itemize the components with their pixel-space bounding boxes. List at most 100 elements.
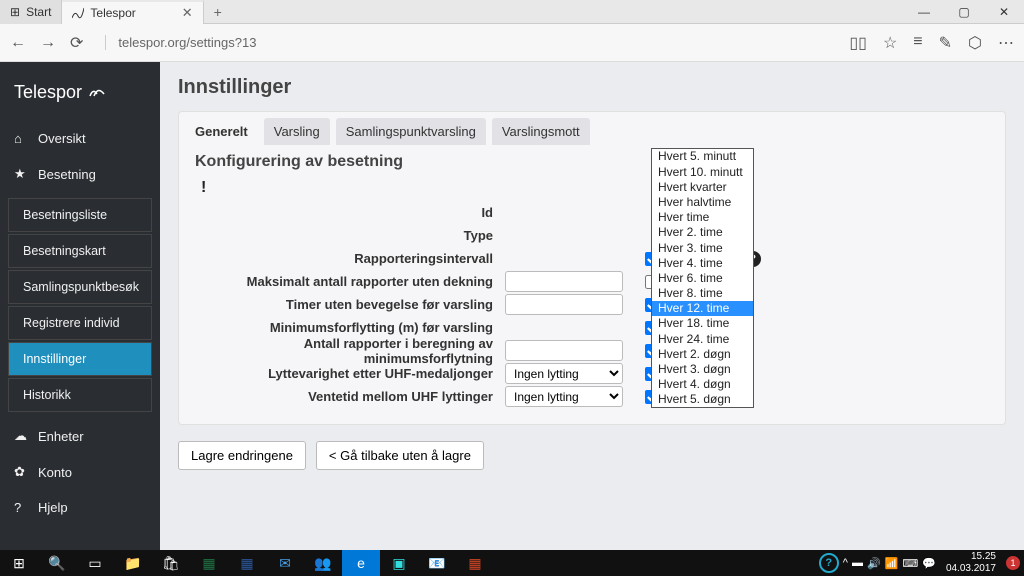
reading-view-icon[interactable]: ▯▯ xyxy=(849,33,867,53)
page-title: Innstillinger xyxy=(178,76,1006,99)
powerpoint-icon[interactable]: ▦ xyxy=(456,550,494,576)
save-button[interactable]: Lagre endringene xyxy=(178,441,306,470)
tab-samlingspunktvarsling[interactable]: Samlingspunktvarsling xyxy=(336,118,486,145)
select-lytte[interactable]: Ingen lytting xyxy=(505,363,623,384)
sidebar-label: Besetning xyxy=(38,167,96,182)
nav-refresh-icon[interactable]: ⟳ xyxy=(70,33,83,53)
dropdown-option[interactable]: Hver 3. time xyxy=(652,240,753,255)
dropdown-option[interactable]: Hvert 4. døgn xyxy=(652,377,753,392)
word-icon[interactable]: ▦ xyxy=(228,550,266,576)
subnav-besetningskart[interactable]: Besetningskart xyxy=(8,234,152,268)
notes-icon[interactable]: ✎ xyxy=(939,33,952,53)
store-icon[interactable]: 🛍 xyxy=(152,550,190,576)
battery-icon[interactable]: ▬ xyxy=(852,557,863,569)
edge-icon[interactable]: e xyxy=(342,550,380,576)
sidebar-item-besetning[interactable]: ★ Besetning xyxy=(0,156,160,192)
browser-tab-start[interactable]: ⊞ Start xyxy=(0,0,62,24)
start-menu-icon[interactable]: ⊞ xyxy=(0,550,38,576)
select-ventetid[interactable]: Ingen lytting xyxy=(505,386,623,407)
subnav-besetningsliste[interactable]: Besetningsliste xyxy=(8,198,152,232)
tab-close-icon[interactable]: ✕ xyxy=(182,5,193,21)
tab-varslingsmott[interactable]: Varslingsmott xyxy=(492,118,590,145)
cloud-icon: ☁ xyxy=(14,428,28,444)
dropdown-option[interactable]: Hvert 3. døgn xyxy=(652,362,753,377)
dropdown-option[interactable]: Hver 2. time xyxy=(652,225,753,240)
sidebar-item-oversikt[interactable]: ⌂ Oversikt xyxy=(0,121,160,156)
favorite-icon[interactable]: ☆ xyxy=(883,33,897,53)
lang-icon[interactable]: ⌨ xyxy=(902,557,918,570)
window-maximize-button[interactable]: ▢ xyxy=(944,0,984,24)
start-tab-icon: ⊞ xyxy=(10,5,20,19)
excel-icon[interactable]: ▦ xyxy=(190,550,228,576)
dropdown-option[interactable]: Hver 4. time xyxy=(652,255,753,270)
nav-forward-icon[interactable]: → xyxy=(40,34,56,52)
subnav-historikk[interactable]: Historikk xyxy=(8,378,152,412)
show-hidden-icon[interactable]: ^ xyxy=(843,557,848,569)
subnav-samlingspunkt[interactable]: Samlingspunktbesøk xyxy=(8,270,152,304)
sidebar-item-konto[interactable]: ✿ Konto xyxy=(0,454,160,490)
tab-varsling[interactable]: Varsling xyxy=(264,118,330,145)
label-rapporteringsintervall: Rapporteringsintervall xyxy=(195,251,505,266)
dropdown-option[interactable]: Hver time xyxy=(652,210,753,225)
mail-icon[interactable]: ✉ xyxy=(266,550,304,576)
task-view-icon[interactable]: ▭ xyxy=(76,550,114,576)
dropdown-option[interactable]: Hver halvtime xyxy=(652,195,753,210)
dropdown-option[interactable]: Hvert 10. minutt xyxy=(652,164,753,179)
dropdown-option[interactable]: Hver 12. time xyxy=(652,301,753,316)
label-maks: Maksimalt antall rapporter uten dekning xyxy=(195,274,505,289)
sidebar-item-hjelp[interactable]: ? Hjelp xyxy=(0,490,160,525)
dropdown-option[interactable]: Hver 6. time xyxy=(652,271,753,286)
dropdown-option[interactable]: Hver 18. time xyxy=(652,316,753,331)
outlook-icon[interactable]: 📧 xyxy=(418,550,456,576)
label-type: Type xyxy=(195,228,505,243)
browser-tab-active[interactable]: Telespor ✕ xyxy=(62,0,203,24)
window-chrome: ⊞ Start Telespor ✕ + — ▢ ✕ xyxy=(0,0,1024,24)
label-id: Id xyxy=(195,205,505,220)
help-badge-icon[interactable]: ? xyxy=(819,553,839,573)
label-timer: Timer uten bevegelse før varsling xyxy=(195,297,505,312)
label-minforfly: Minimumsforflytting (m) før varsling xyxy=(195,320,505,335)
hub-icon[interactable]: ≡ xyxy=(913,33,922,53)
brand-icon xyxy=(88,84,106,101)
action-center-icon[interactable]: 💬 xyxy=(922,557,936,570)
sidebar-item-enheter[interactable]: ☁ Enheter xyxy=(0,418,160,454)
window-minimize-button[interactable]: — xyxy=(904,0,944,24)
nav-back-icon[interactable]: ← xyxy=(10,34,26,52)
input-timer[interactable] xyxy=(505,294,623,315)
start-tab-label: Start xyxy=(26,5,51,19)
window-close-button[interactable]: ✕ xyxy=(984,0,1024,24)
people-icon[interactable]: 👥 xyxy=(304,550,342,576)
notification-badge[interactable]: 1 xyxy=(1006,556,1020,570)
clock[interactable]: 15.25 04.03.2017 xyxy=(940,551,1002,575)
back-button[interactable]: < Gå tilbake uten å lagre xyxy=(316,441,484,470)
clock-time: 15.25 xyxy=(946,551,996,563)
share-icon[interactable]: ⬡ xyxy=(968,33,982,53)
dropdown-option[interactable]: Hvert 5. minutt xyxy=(652,149,753,164)
label-antall: Antall rapporter i beregning av minimums… xyxy=(195,336,505,366)
dropdown-option[interactable]: Hvert kvarter xyxy=(652,179,753,194)
input-maks[interactable] xyxy=(505,271,623,292)
input-antall[interactable] xyxy=(505,340,623,361)
content-area: Innstillinger Generelt Varsling Samlings… xyxy=(160,62,1024,550)
dropdown-option[interactable]: Hver 8. time xyxy=(652,286,753,301)
search-icon[interactable]: 🔍 xyxy=(38,550,76,576)
dropdown-option[interactable]: Hvert 2. døgn xyxy=(652,346,753,361)
sidebar-label: Enheter xyxy=(38,429,84,444)
volume-icon[interactable]: 🔊 xyxy=(867,557,881,570)
store2-icon[interactable]: ▣ xyxy=(380,550,418,576)
more-icon[interactable]: ⋯ xyxy=(998,33,1014,53)
new-tab-button[interactable]: + xyxy=(204,4,232,20)
exclamation-mark: ! xyxy=(195,179,989,197)
help-icon: ? xyxy=(14,500,28,515)
url-text[interactable]: telespor.org/settings?13 xyxy=(105,35,256,50)
subnav-innstillinger[interactable]: Innstillinger xyxy=(8,342,152,376)
brand-logo: Telespor xyxy=(0,72,160,121)
main-layout: Telespor ⌂ Oversikt ★ Besetning Besetnin… xyxy=(0,62,1024,550)
dropdown-option[interactable]: Hver 24. time xyxy=(652,331,753,346)
tab-generelt[interactable]: Generelt xyxy=(185,118,258,145)
interval-dropdown-popup[interactable]: Hvert 5. minuttHvert 10. minuttHvert kva… xyxy=(651,148,754,408)
dropdown-option[interactable]: Hvert 5. døgn xyxy=(652,392,753,407)
subnav-registrere[interactable]: Registrere individ xyxy=(8,306,152,340)
folder-icon[interactable]: 📁 xyxy=(114,550,152,576)
wifi-icon[interactable]: 📶 xyxy=(885,557,899,570)
